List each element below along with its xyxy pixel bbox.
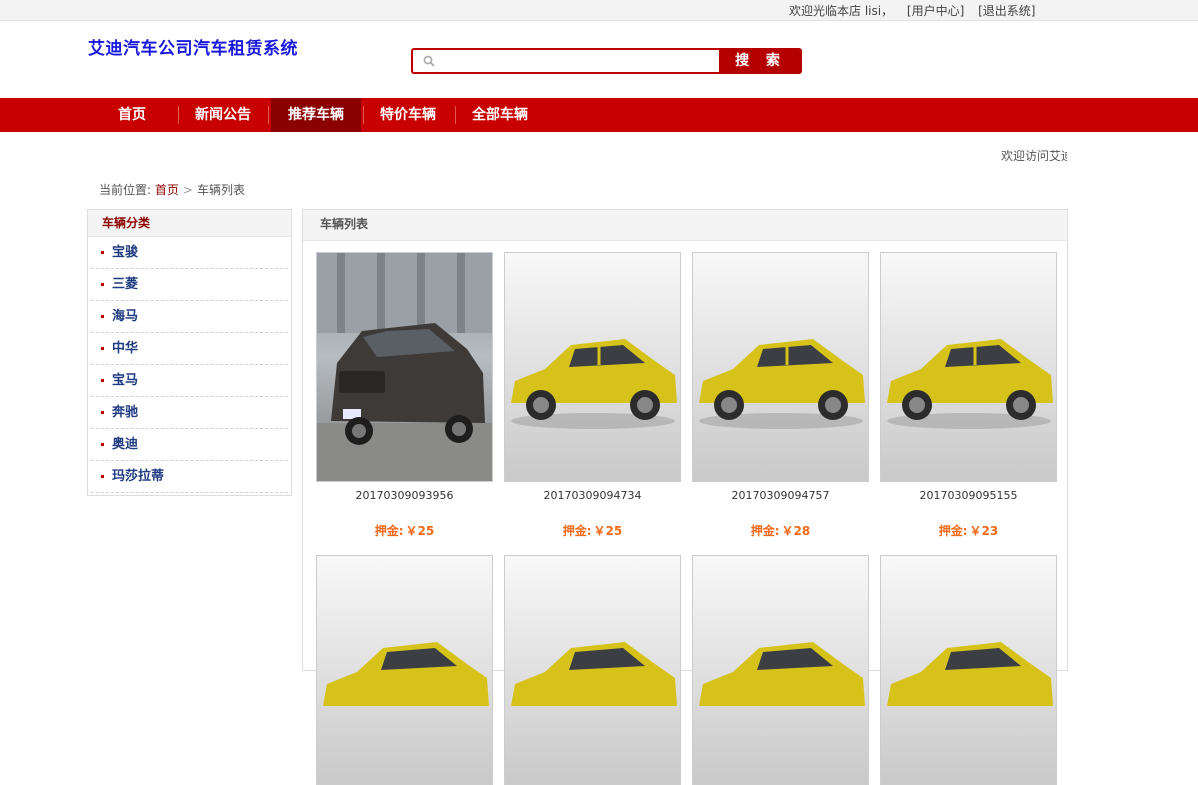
car-photo[interactable] xyxy=(692,252,869,482)
search-button[interactable]: 搜 索 xyxy=(719,48,802,74)
car-code: 20170309095155 xyxy=(919,489,1018,502)
sidebar-item-haima[interactable]: 海马 xyxy=(91,301,288,333)
car-price: 押金: ￥25 xyxy=(504,522,681,539)
car-list-title: 车辆列表 xyxy=(303,210,1067,241)
breadcrumb-prefix: 当前位置: xyxy=(99,183,152,197)
car-card[interactable] xyxy=(692,555,869,785)
sidebar-item-baojun[interactable]: 宝骏 xyxy=(91,237,288,269)
bullet-icon xyxy=(101,379,104,382)
search-input[interactable] xyxy=(439,52,715,70)
sidebar-item-label: 中华 xyxy=(112,341,139,356)
bullet-icon xyxy=(101,251,104,254)
search-box xyxy=(411,48,719,74)
sidebar-item-label: 奔驰 xyxy=(112,405,139,420)
sidebar-item-label: 宝马 xyxy=(112,373,139,388)
price-value: ￥25 xyxy=(405,524,435,538)
price-label: 押金: xyxy=(938,524,968,538)
price-value: ￥28 xyxy=(781,524,811,538)
car-photo[interactable] xyxy=(316,252,493,482)
car-price: 押金: ￥23 xyxy=(880,522,1057,539)
car-photo[interactable] xyxy=(504,555,681,785)
car-photo[interactable] xyxy=(316,555,493,785)
logout-link[interactable]: [退出系统] xyxy=(978,4,1035,18)
car-card[interactable]: 20170309093956 押金: ￥25 xyxy=(316,252,493,539)
sidebar-item-mitsubishi[interactable]: 三菱 xyxy=(91,269,288,301)
sidebar-item-label: 海马 xyxy=(112,309,139,324)
car-price: 押金: ￥25 xyxy=(316,522,493,539)
chevron-right-icon: > xyxy=(182,183,193,197)
bullet-icon xyxy=(101,315,104,318)
welcome-marquee: 欢迎访问艾迪 xyxy=(1001,149,1067,163)
sidebar-item-label: 宝骏 xyxy=(112,245,139,260)
search-bar: 搜 索 xyxy=(411,48,802,74)
nav-divider xyxy=(363,106,364,124)
site-title[interactable]: 艾迪汽车公司汽车租赁系统 xyxy=(88,34,298,59)
car-card[interactable] xyxy=(880,555,1057,785)
sidebar-item-label: 玛莎拉蒂 xyxy=(112,469,165,484)
yellow-car-image xyxy=(323,642,489,706)
car-photo[interactable] xyxy=(504,252,681,482)
car-photo[interactable] xyxy=(692,555,869,785)
yellow-car-image xyxy=(887,642,1053,706)
top-links: 欢迎光临本店 lisi， [用户中心] [退出系统] xyxy=(789,2,1045,19)
price-label: 押金: xyxy=(374,524,404,538)
car-card[interactable]: 20170309094734 押金: ￥25 xyxy=(504,252,681,539)
dark-suv-image xyxy=(317,253,492,481)
nav-home[interactable]: 首页 xyxy=(102,98,162,132)
car-card[interactable] xyxy=(316,555,493,785)
nav-special-offers[interactable]: 特价车辆 xyxy=(365,98,451,132)
top-bar: 欢迎光临本店 lisi， [用户中心] [退出系统] xyxy=(0,0,1198,21)
nav-divider xyxy=(455,106,456,124)
car-card[interactable]: 20170309095155 押金: ￥23 xyxy=(880,252,1057,539)
car-code: 20170309094757 xyxy=(731,489,830,502)
breadcrumb: 当前位置: 首页 > 车辆列表 xyxy=(99,181,245,198)
breadcrumb-current: 车辆列表 xyxy=(196,183,245,197)
bullet-icon xyxy=(101,411,104,414)
user-center-link[interactable]: [用户中心] xyxy=(907,4,964,18)
car-photo[interactable] xyxy=(880,555,1057,785)
bullet-icon xyxy=(101,347,104,350)
nav-divider xyxy=(178,106,179,124)
bullet-icon xyxy=(101,283,104,286)
sidebar-item-label: 三菱 xyxy=(112,277,139,292)
sidebar-item-label: 奥迪 xyxy=(112,437,139,452)
welcome-text: 欢迎光临本店 lisi， xyxy=(789,4,894,18)
nav-recommended[interactable]: 推荐车辆 xyxy=(271,98,361,132)
car-price: 押金: ￥28 xyxy=(692,522,869,539)
car-card[interactable] xyxy=(504,555,681,785)
sidebar-item-audi[interactable]: 奥迪 xyxy=(91,429,288,461)
price-value: ￥25 xyxy=(593,524,623,538)
search-icon xyxy=(423,55,435,67)
category-sidebar: 车辆分类 宝骏 三菱 海马 中华 宝马 奔驰 奥迪 玛莎拉蒂 xyxy=(87,209,292,496)
yellow-car-image xyxy=(699,339,865,429)
car-list-panel: 车辆列表 20170309093956 押金: ￥25 201703090947… xyxy=(302,209,1068,785)
yellow-car-image xyxy=(887,339,1053,429)
car-code: 20170309094734 xyxy=(543,489,642,502)
sidebar-item-zhonghua[interactable]: 中华 xyxy=(91,333,288,365)
car-card[interactable]: 20170309094757 押金: ￥28 xyxy=(692,252,869,539)
yellow-car-image xyxy=(511,339,677,429)
sidebar-item-benz[interactable]: 奔驰 xyxy=(91,397,288,429)
nav-news[interactable]: 新闻公告 xyxy=(180,98,266,132)
bullet-icon xyxy=(101,475,104,478)
nav-divider xyxy=(268,106,269,124)
yellow-car-image xyxy=(511,642,677,706)
car-code: 20170309093956 xyxy=(355,489,454,502)
yellow-car-image xyxy=(699,642,865,706)
nav-all-cars[interactable]: 全部车辆 xyxy=(457,98,543,132)
main-nav: 首页 新闻公告 推荐车辆 特价车辆 全部车辆 xyxy=(0,98,1198,132)
breadcrumb-home-link[interactable]: 首页 xyxy=(155,183,179,197)
car-photo[interactable] xyxy=(880,252,1057,482)
sidebar-title: 车辆分类 xyxy=(88,210,291,237)
price-label: 押金: xyxy=(562,524,592,538)
sidebar-item-maserati[interactable]: 玛莎拉蒂 xyxy=(91,461,288,493)
bullet-icon xyxy=(101,443,104,446)
price-value: ￥23 xyxy=(969,524,999,538)
price-label: 押金: xyxy=(750,524,780,538)
sidebar-item-bmw[interactable]: 宝马 xyxy=(91,365,288,397)
